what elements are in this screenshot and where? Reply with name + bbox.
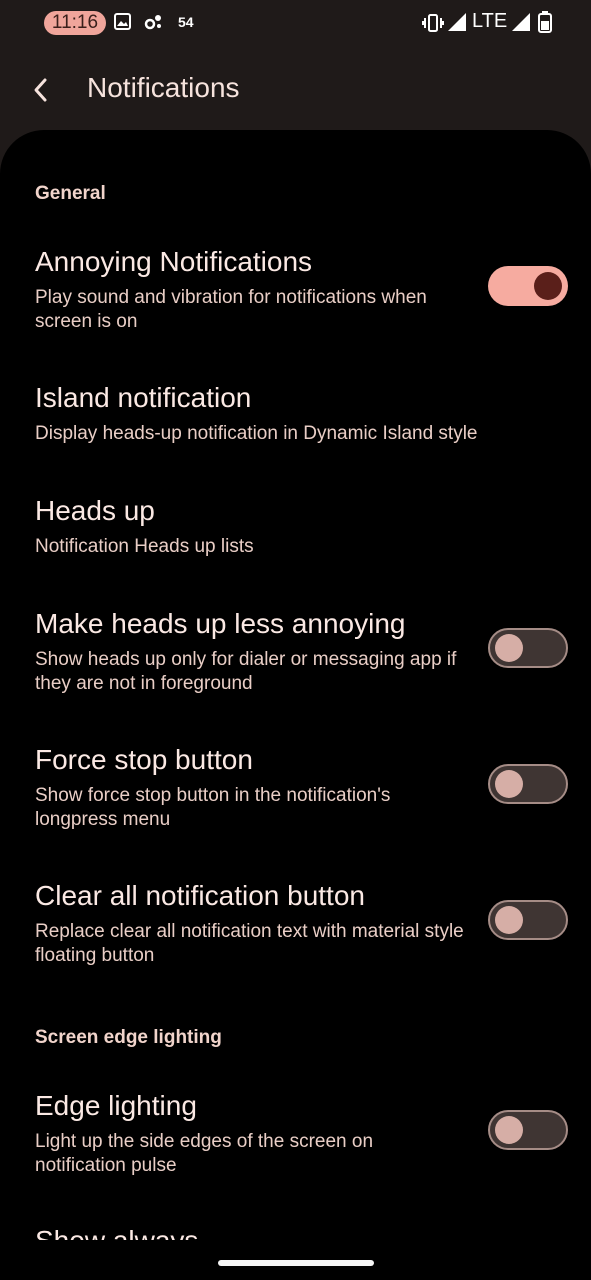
pref-summary: Notification Heads up lists xyxy=(35,536,254,557)
back-button[interactable] xyxy=(22,68,58,112)
pref-summary: Play sound and vibration for notificatio… xyxy=(35,287,427,332)
pref-summary: Show heads up only for dialer or messagi… xyxy=(35,649,457,694)
page-title: Notifications xyxy=(87,72,240,103)
section-header-general: General xyxy=(35,183,106,204)
less-annoying-toggle[interactable] xyxy=(488,628,568,668)
network-type: LTE xyxy=(472,10,508,32)
section-header-edge-lighting: Screen edge lighting xyxy=(35,1027,222,1048)
back-arrow-icon xyxy=(34,78,47,102)
force-stop-toggle[interactable] xyxy=(488,764,568,804)
signal-icon-2 xyxy=(511,12,531,37)
pref-force-stop-button[interactable]: Force stop button Show force stop button… xyxy=(0,744,591,834)
pref-heads-up[interactable]: Heads up Notification Heads up lists xyxy=(0,495,591,565)
pref-title: Force stop button xyxy=(35,744,253,775)
pref-summary: Replace clear all notification text with… xyxy=(35,921,464,966)
pref-annoying-notifications[interactable]: Annoying Notifications Play sound and vi… xyxy=(0,246,591,336)
clear-all-toggle[interactable] xyxy=(488,900,568,940)
toggle-thumb xyxy=(495,1116,523,1144)
edge-lighting-toggle[interactable] xyxy=(488,1110,568,1150)
pref-summary: Show force stop button in the notificati… xyxy=(35,785,391,830)
image-icon xyxy=(114,13,131,35)
pref-summary: Display heads-up notification in Dynamic… xyxy=(35,423,478,444)
pref-edge-lighting[interactable]: Edge lighting Light up the side edges of… xyxy=(0,1090,591,1180)
pref-title: Island notification xyxy=(35,382,252,413)
pref-island-notification[interactable]: Island notification Display heads-up not… xyxy=(0,382,591,452)
navigation-handle[interactable] xyxy=(218,1260,374,1266)
pref-title: Make heads up less annoying xyxy=(35,608,406,639)
toggle-thumb xyxy=(534,272,562,300)
pref-make-heads-up-less-annoying[interactable]: Make heads up less annoying Show heads u… xyxy=(0,608,591,698)
settings-dots-icon xyxy=(144,13,164,36)
pref-title: Annoying Notifications xyxy=(35,246,313,277)
signal-icon xyxy=(447,12,467,37)
toggle-thumb xyxy=(495,770,523,798)
notification-count: 54 xyxy=(178,14,194,30)
pref-title: Edge lighting xyxy=(35,1090,197,1121)
battery-icon xyxy=(538,11,552,38)
pref-title: Clear all notification button xyxy=(35,880,365,911)
pref-summary: Light up the side edges of the screen on… xyxy=(35,1131,374,1176)
toggle-thumb xyxy=(495,906,523,934)
annoying-notifications-toggle[interactable] xyxy=(488,266,568,306)
pref-clear-all-notification-button[interactable]: Clear all notification button Replace cl… xyxy=(0,880,591,970)
toggle-thumb xyxy=(495,634,523,662)
status-bar: 11:16 54 LTE xyxy=(0,0,591,48)
app-bar: Notifications xyxy=(0,48,591,132)
settings-list[interactable]: General Annoying Notifications Play soun… xyxy=(0,130,591,1280)
vibrate-icon xyxy=(422,13,444,38)
pref-title: Heads up xyxy=(35,495,155,526)
status-time: 11:16 xyxy=(44,11,106,35)
